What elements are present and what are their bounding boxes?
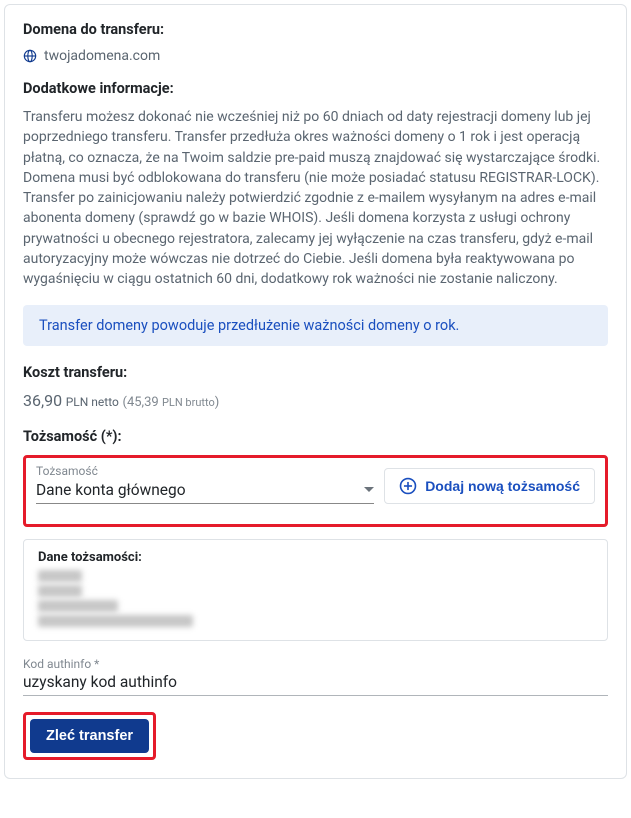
- identity-data-box: Dane tożsamości:: [23, 539, 608, 641]
- identity-header: Tożsamość (*):: [23, 428, 608, 445]
- add-identity-button[interactable]: Dodaj nową tożsamość: [384, 468, 595, 504]
- globe-icon: [23, 49, 37, 63]
- info-label: Dodatkowe informacje:: [23, 80, 608, 97]
- domain-value: twojadomena.com: [44, 48, 160, 64]
- cost-label: Koszt transferu:: [23, 364, 608, 381]
- domain-label: Domena do transferu:: [23, 21, 608, 38]
- authinfo-input[interactable]: [23, 671, 608, 696]
- add-identity-label: Dodaj nową tożsamość: [425, 478, 580, 494]
- info-text: Transferu możesz dokonać nie wcześniej n…: [23, 107, 608, 290]
- identity-select[interactable]: Tożsamość Dane konta głównego: [36, 464, 374, 504]
- authinfo-field: Kod authinfo *: [23, 657, 608, 696]
- cost-net-currency: PLN netto: [66, 395, 119, 409]
- identity-highlight: Tożsamość Dane konta głównego Dodaj nową…: [23, 455, 608, 527]
- cost-row: 36,90 PLN netto (45,39 PLN brutto): [23, 391, 608, 410]
- identity-data-blurred: [38, 570, 593, 627]
- identity-select-label: Tożsamość: [36, 464, 374, 478]
- cost-net-value: 36,90: [23, 391, 62, 410]
- submit-highlight: Zleć transfer: [23, 712, 156, 760]
- domain-row: twojadomena.com: [23, 48, 608, 64]
- transfer-card: Domena do transferu: twojadomena.com Dod…: [4, 4, 627, 779]
- notice-box: Transfer domeny powoduje przedłużenie wa…: [23, 305, 608, 346]
- identity-select-value: Dane konta głównego: [36, 481, 186, 499]
- plus-circle-icon: [399, 477, 417, 495]
- submit-button[interactable]: Zleć transfer: [30, 719, 149, 753]
- cost-gross-currency: PLN brutto: [162, 396, 215, 409]
- chevron-down-icon: [364, 487, 374, 492]
- identity-data-label: Dane tożsamości:: [38, 550, 593, 565]
- cost-gross-value: 45,39: [127, 395, 159, 410]
- authinfo-label: Kod authinfo *: [23, 657, 608, 671]
